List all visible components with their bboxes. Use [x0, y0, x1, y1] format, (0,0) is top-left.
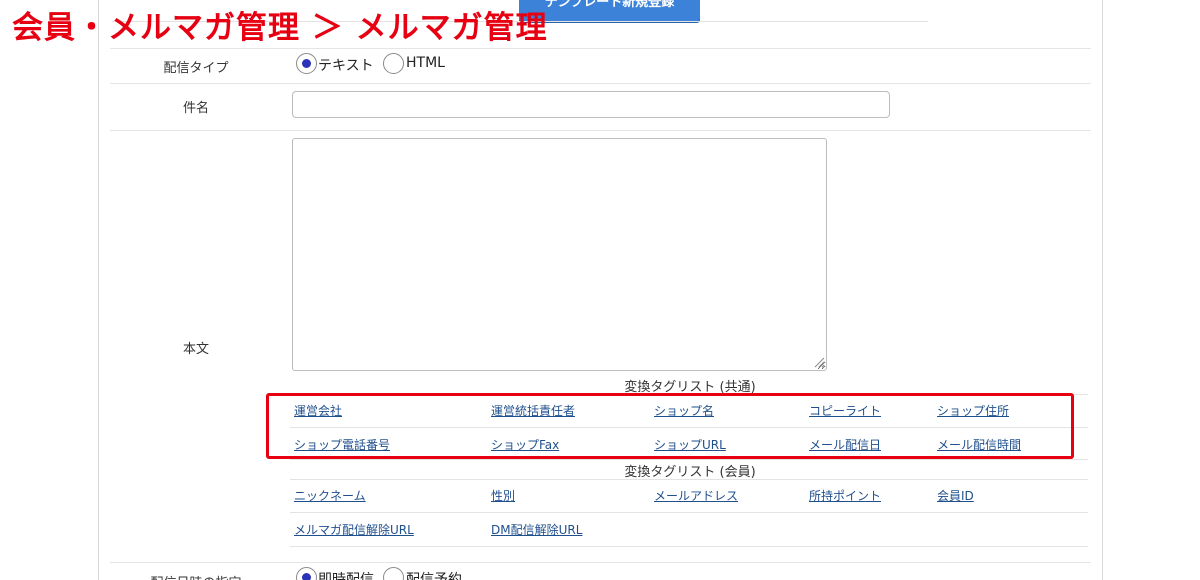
divider [110, 48, 1091, 49]
divider [290, 459, 1088, 460]
subject-input[interactable] [292, 91, 890, 118]
divider [110, 83, 1091, 84]
divider [110, 130, 1091, 131]
divider [290, 546, 1088, 547]
delivery-type-text-radio[interactable] [296, 53, 317, 74]
divider [110, 562, 1091, 563]
schedule-label: 配信日時の指定 [106, 572, 286, 580]
tag-link[interactable]: ニックネーム [294, 487, 366, 504]
body-label: 本文 [182, 342, 209, 357]
divider [290, 479, 1088, 480]
page-title-overlay: 会員・メルマガ管理 ＞ メルマガ管理 [12, 10, 548, 46]
subject-label: 件名 [182, 101, 209, 116]
tag-link[interactable]: 会員ID [937, 487, 974, 504]
resize-grip-icon[interactable] [813, 356, 825, 368]
delivery-type-html-label: HTML [406, 55, 445, 71]
delivery-type-label: 配信タイプ [163, 61, 229, 76]
schedule-reserve-label: 配信予約 [406, 572, 462, 580]
tag-list-member-header: 変換タグリスト (会員) [624, 465, 756, 480]
tag-link[interactable]: メールアドレス [654, 487, 738, 504]
divider [290, 512, 1088, 513]
tag-link[interactable]: メルマガ配信解除URL [294, 521, 414, 538]
tag-link[interactable]: 所持ポイント [809, 487, 881, 504]
tag-link[interactable]: 性別 [491, 487, 515, 504]
highlight-box [266, 393, 1074, 459]
body-textarea[interactable] [292, 138, 827, 371]
delivery-type-html-radio[interactable] [383, 53, 404, 74]
schedule-immediate-label: 即時配信 [318, 572, 374, 580]
delivery-type-text-label: テキスト [318, 58, 374, 74]
tag-link[interactable]: DM配信解除URL [491, 521, 582, 538]
